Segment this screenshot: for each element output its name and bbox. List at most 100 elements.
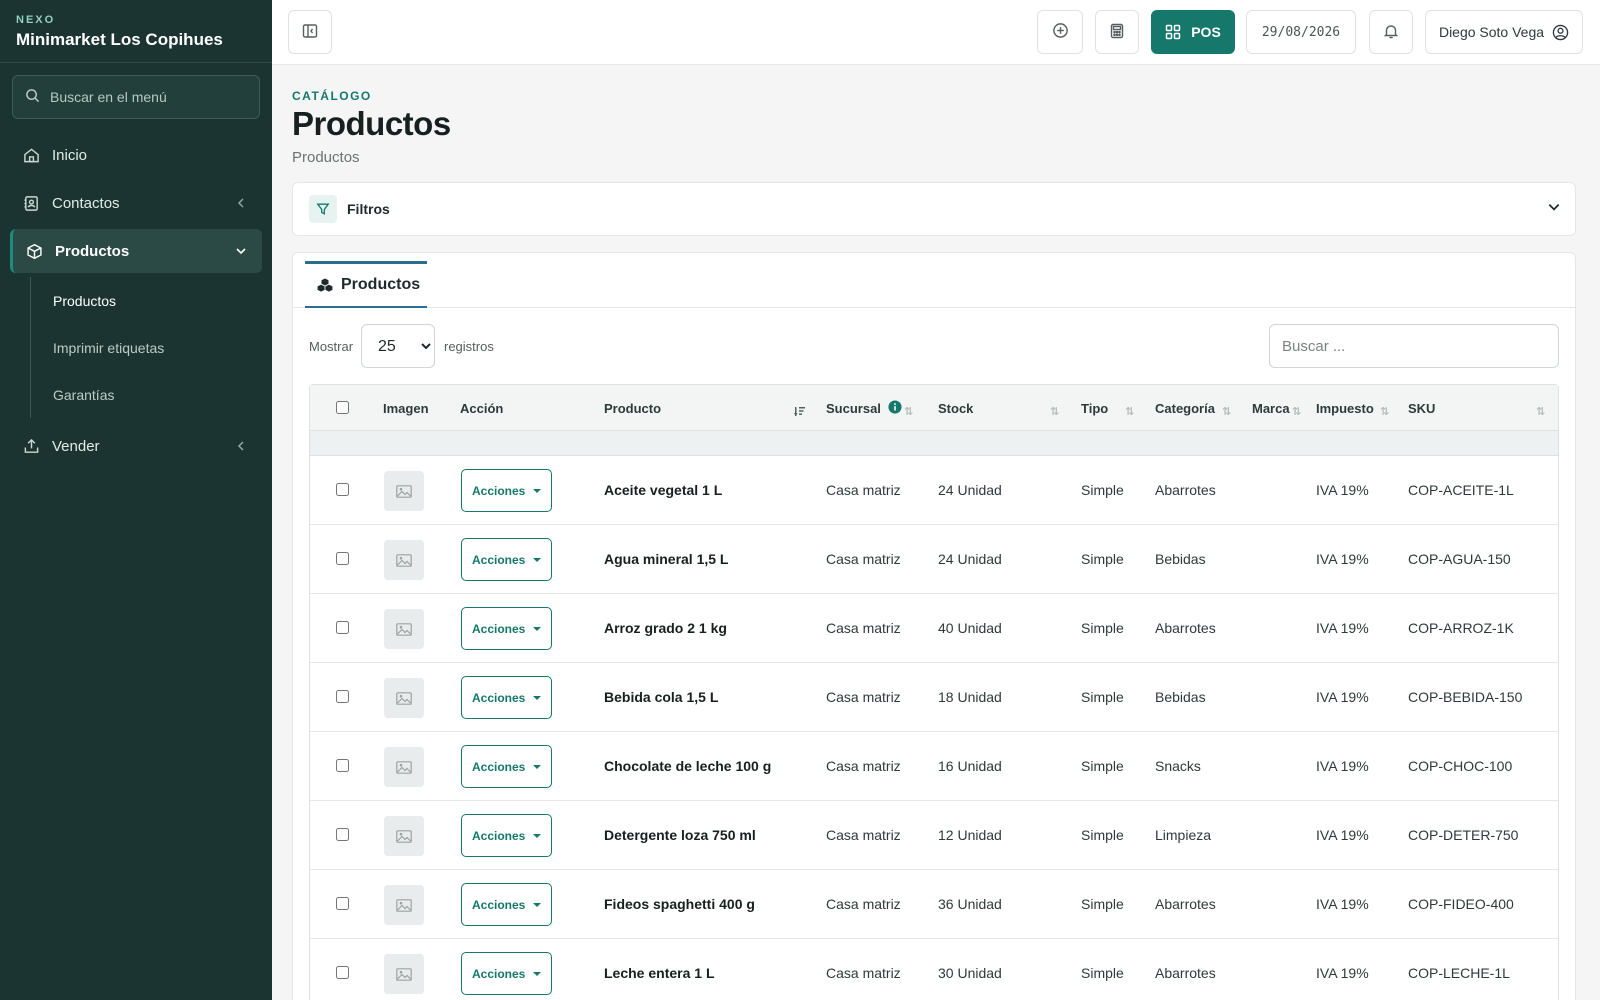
table-row: Acciones Detergente loza 750 ml Casa matri… (310, 801, 1558, 870)
cell-categoria: Abarrotes (1155, 482, 1216, 498)
cell-sucursal: Casa matriz (826, 689, 901, 705)
cell-impuesto: IVA 19% (1316, 689, 1369, 705)
date-display[interactable]: 29/08/2026 (1246, 10, 1356, 54)
row-checkbox[interactable] (336, 483, 349, 496)
image-placeholder-icon (384, 678, 424, 718)
cell-sucursal: Casa matriz (826, 620, 901, 636)
actions-label: Acciones (472, 483, 526, 498)
cell-stock: 16 Unidad (938, 758, 1002, 774)
sort-icon[interactable]: ⇅ (1536, 405, 1545, 418)
sidebar-subitem-productos[interactable]: Productos (31, 277, 272, 324)
cell-impuesto: IVA 19% (1316, 482, 1369, 498)
grid-icon (1165, 24, 1181, 40)
home-icon (22, 146, 40, 164)
sort-icon[interactable]: ⇅ (1050, 405, 1059, 418)
row-checkbox[interactable] (336, 621, 349, 634)
sort-icon[interactable]: ⇅ (904, 405, 913, 418)
cell-impuesto: IVA 19% (1316, 620, 1369, 636)
calculator-button[interactable] (1095, 10, 1139, 54)
column-header-categoria[interactable]: Categoría (1155, 401, 1215, 416)
cell-categoria: Abarrotes (1155, 620, 1216, 636)
info-icon[interactable] (888, 400, 902, 417)
cell-sucursal: Casa matriz (826, 758, 901, 774)
sort-asc-icon[interactable] (794, 405, 806, 420)
cell-stock: 12 Unidad (938, 827, 1002, 843)
cell-sucursal: Casa matriz (826, 965, 901, 981)
table-search-input[interactable] (1269, 324, 1559, 368)
user-menu-button[interactable]: Diego Soto Vega (1425, 10, 1583, 54)
actions-label: Acciones (472, 759, 526, 774)
sidebar-subitem-label: Garantías (53, 386, 115, 403)
sidebar-item-label: Contactos (52, 194, 120, 212)
table-row: Acciones Agua mineral 1,5 L Casa matriz 24 … (310, 525, 1558, 594)
column-header-tipo[interactable]: Tipo (1081, 401, 1108, 416)
menu-search-input[interactable] (50, 89, 247, 105)
sidebar-subnav-productos: Productos Imprimir etiquetas Garantías (30, 277, 272, 418)
sort-icon[interactable]: ⇅ (1292, 405, 1301, 418)
sidebar-subitem-garantias[interactable]: Garantías (31, 371, 272, 418)
sidebar-item-label: Inicio (52, 146, 88, 164)
menu-search[interactable] (12, 75, 260, 119)
toggle-sidebar-button[interactable] (288, 10, 332, 54)
row-checkbox[interactable] (336, 966, 349, 979)
row-checkbox[interactable] (336, 897, 349, 910)
column-header-impuesto[interactable]: Impuesto (1316, 401, 1374, 416)
caret-down-icon (533, 488, 542, 493)
row-actions-button[interactable]: Acciones (461, 883, 552, 926)
sidebar-item-contactos[interactable]: Contactos (10, 181, 262, 225)
sidebar-subitem-imprimir-etiquetas[interactable]: Imprimir etiquetas (31, 324, 272, 371)
sort-icon[interactable]: ⇅ (1125, 405, 1134, 418)
column-header-sku[interactable]: SKU (1408, 401, 1435, 416)
row-actions-button[interactable]: Acciones (461, 469, 552, 512)
cell-producto: Bebida cola 1,5 L (604, 689, 719, 705)
cell-sku: COP-ACEITE-1L (1408, 482, 1514, 498)
actions-label: Acciones (472, 552, 526, 567)
sidebar-item-inicio[interactable]: Inicio (10, 133, 262, 177)
sidebar-subitem-label: Imprimir etiquetas (53, 339, 165, 356)
sidebar-item-vender[interactable]: Vender (10, 424, 262, 468)
column-header-marca[interactable]: Marca (1252, 401, 1290, 416)
row-checkbox[interactable] (336, 690, 349, 703)
products-table: Imagen Acción Producto Sucursal ⇅ Stock … (309, 384, 1559, 1000)
products-card: Productos Mostrar 102550100 registros Im… (292, 252, 1576, 1000)
cell-tipo: Simple (1081, 620, 1124, 636)
row-actions-button[interactable]: Acciones (461, 952, 552, 995)
tab-productos[interactable]: Productos (305, 261, 427, 308)
page-size-select[interactable]: 102550100 (361, 324, 435, 368)
brand: NEXO Minimarket Los Copihues (0, 0, 272, 62)
pos-button[interactable]: POS (1151, 10, 1235, 54)
actions-label: Acciones (472, 897, 526, 912)
column-header-stock[interactable]: Stock (938, 401, 973, 416)
records-label: registros (444, 339, 494, 354)
row-actions-button[interactable]: Acciones (461, 745, 552, 788)
sidebar-item-productos[interactable]: Productos (10, 229, 262, 273)
cell-impuesto: IVA 19% (1316, 758, 1369, 774)
actions-label: Acciones (472, 828, 526, 843)
table-row: Acciones Fideos spaghetti 400 g Casa matri… (310, 870, 1558, 939)
sort-icon[interactable]: ⇅ (1222, 405, 1231, 418)
page-subtitle: Productos (292, 149, 360, 166)
row-actions-button[interactable]: Acciones (461, 676, 552, 719)
date-value: 29/08/2026 (1261, 24, 1341, 40)
page-title: Productos (292, 105, 451, 142)
column-header-sucursal[interactable]: Sucursal (826, 401, 881, 416)
table-row: Acciones Aceite vegetal 1 L Casa matriz 24 … (310, 456, 1558, 525)
notifications-button[interactable] (1369, 10, 1413, 54)
main-content: CATÁLOGO Productos Productos Filtros Pro… (292, 65, 1576, 1000)
sidebar-item-label: Productos (55, 242, 130, 260)
cell-producto: Arroz grado 2 1 kg (604, 620, 727, 636)
sort-icon[interactable]: ⇅ (1380, 405, 1389, 418)
row-checkbox[interactable] (336, 759, 349, 772)
add-button[interactable] (1037, 10, 1083, 54)
row-checkbox[interactable] (336, 552, 349, 565)
row-checkbox[interactable] (336, 828, 349, 841)
cell-categoria: Snacks (1155, 758, 1201, 774)
select-all-checkbox[interactable] (336, 401, 349, 414)
cell-impuesto: IVA 19% (1316, 551, 1369, 567)
cell-producto: Fideos spaghetti 400 g (604, 896, 755, 912)
row-actions-button[interactable]: Acciones (461, 538, 552, 581)
row-actions-button[interactable]: Acciones (461, 814, 552, 857)
column-header-producto[interactable]: Producto (604, 401, 661, 416)
filters-panel-toggle[interactable]: Filtros (292, 182, 1576, 236)
row-actions-button[interactable]: Acciones (461, 607, 552, 650)
